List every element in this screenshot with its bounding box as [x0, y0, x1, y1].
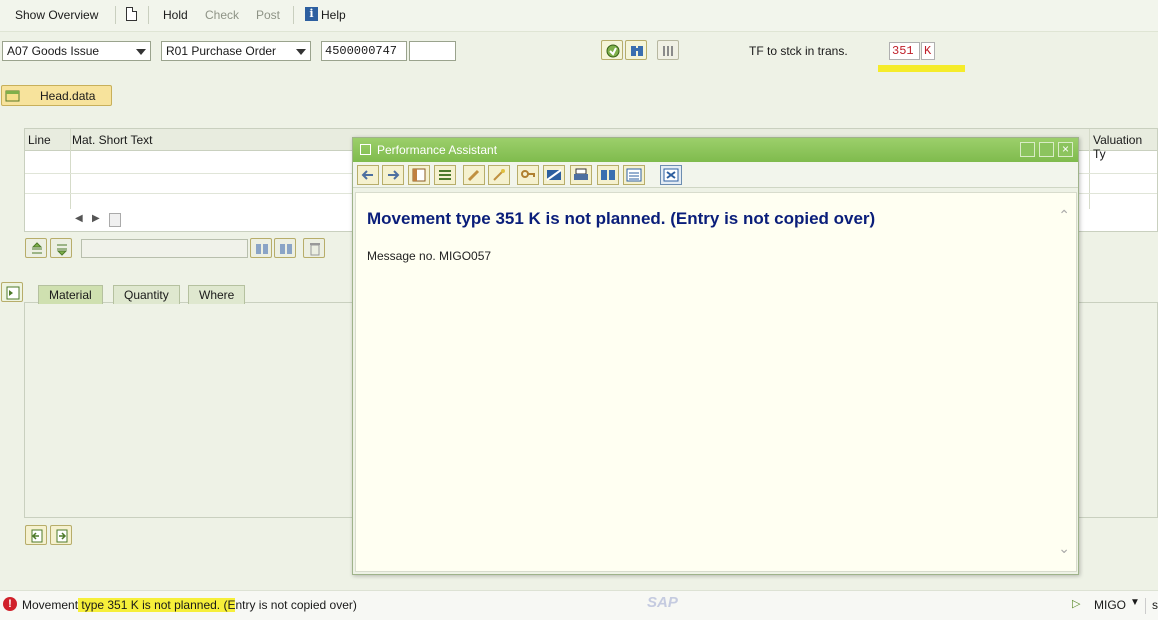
column-header-short-text[interactable]: Mat. Short Text — [72, 133, 152, 147]
move-up-button[interactable] — [25, 238, 47, 258]
reference-select[interactable]: R01 Purchase Order — [161, 41, 311, 61]
detail-toggle-button[interactable] — [1, 282, 23, 302]
error-icon: ! — [3, 597, 17, 611]
reference-value: R01 Purchase Order — [166, 44, 277, 58]
scrollbar-thumb[interactable] — [109, 213, 121, 227]
play-icon[interactable]: ▷ — [1072, 597, 1080, 610]
error-heading: Movement type 351 K is not planned. (Ent… — [367, 209, 876, 228]
new-document-icon[interactable] — [126, 7, 137, 21]
tab-material[interactable]: Material — [38, 285, 103, 304]
status-message[interactable]: Movement type 351 K is not planned. (Ent… — [22, 598, 357, 612]
document-number-field[interactable]: 4500000747 — [321, 41, 407, 61]
dialog-toolbar — [353, 162, 1078, 188]
execute-icon — [606, 44, 620, 58]
find-icon[interactable] — [597, 165, 619, 185]
dialog-titlebar[interactable]: Performance Assistant × — [353, 138, 1078, 162]
post-button[interactable]: Post — [256, 8, 280, 22]
minimize-button[interactable] — [1020, 142, 1035, 157]
help-button[interactable]: Help — [321, 8, 346, 22]
scroll-down-icon[interactable]: ⌄ — [1058, 540, 1070, 557]
binoculars-icon — [631, 46, 643, 56]
chevron-down-icon — [296, 49, 306, 55]
binoculars-icon — [256, 244, 268, 254]
performance-assistant-dialog: Performance Assistant × Movement type 35… — [352, 137, 1079, 575]
message-number: Message no. MIGO057 — [367, 249, 492, 263]
dialog-content: Movement type 351 K is not planned. (Ent… — [355, 192, 1077, 572]
forward-arrow-icon[interactable] — [382, 165, 404, 185]
next-item-button[interactable] — [50, 525, 72, 545]
sort-down-icon — [56, 244, 68, 256]
find-button[interactable] — [250, 238, 272, 258]
movement-type-field[interactable]: 351 — [889, 42, 920, 60]
toolbar-separator — [293, 6, 294, 24]
close-window-button[interactable]: × — [1058, 142, 1073, 157]
tab-quantity[interactable]: Quantity — [113, 285, 180, 304]
document-extra-field[interactable] — [409, 41, 456, 61]
column-header-line[interactable]: Line — [28, 133, 51, 147]
technical-info-icon[interactable] — [434, 165, 456, 185]
application-toolbar: Show Overview Hold Check Post i Help — [0, 0, 1158, 32]
delete-button[interactable] — [303, 238, 325, 258]
search-button[interactable] — [625, 40, 647, 60]
pencil-icon[interactable] — [463, 165, 485, 185]
highlight-mark — [878, 65, 965, 72]
server-info: s — [1152, 598, 1158, 612]
head-data-button[interactable]: Head.data — [1, 85, 112, 106]
status-separator — [1145, 598, 1146, 614]
magic-wand-icon[interactable] — [488, 165, 510, 185]
close-icon[interactable] — [660, 165, 682, 185]
tab-where[interactable]: Where — [188, 285, 246, 304]
hold-button[interactable]: Hold — [163, 8, 188, 22]
filter-input[interactable] — [81, 239, 248, 258]
list-icon[interactable] — [623, 165, 645, 185]
show-overview-button[interactable]: Show Overview — [15, 8, 98, 22]
back-arrow-icon[interactable] — [357, 165, 379, 185]
edit-icon — [360, 144, 371, 155]
detail-icon — [6, 286, 20, 300]
toolbar-separator — [148, 6, 149, 24]
key-icon[interactable] — [517, 165, 539, 185]
find-next-button[interactable] — [274, 238, 296, 258]
chevron-down-icon — [136, 49, 146, 55]
transaction-select[interactable]: A07 Goods Issue — [2, 41, 151, 61]
movement-type-label: TF to stck in trans. — [749, 44, 848, 58]
move-down-button[interactable] — [50, 238, 72, 258]
maximize-button[interactable] — [1039, 142, 1054, 157]
columns-icon — [663, 46, 673, 56]
next-icon — [56, 529, 68, 543]
header-icon — [5, 90, 20, 102]
trash-icon — [310, 243, 320, 256]
scroll-up-icon[interactable]: ⌃ — [1058, 207, 1070, 224]
highlight-icon[interactable] — [543, 165, 565, 185]
book-icon[interactable] — [408, 165, 430, 185]
execute-button[interactable] — [601, 40, 623, 60]
sap-logo: SAP — [647, 594, 678, 611]
info-icon[interactable]: i — [305, 7, 318, 21]
previous-icon — [31, 529, 43, 543]
column-divider — [1089, 129, 1090, 209]
toolbar-separator — [115, 6, 116, 24]
special-stock-field[interactable]: K — [921, 42, 935, 60]
print-icon[interactable] — [570, 165, 592, 185]
previous-item-button[interactable] — [25, 525, 47, 545]
scroll-right-icon[interactable]: ▶ — [92, 213, 100, 224]
column-header-valuation-type[interactable]: Valuation Ty — [1093, 133, 1157, 161]
layout-button[interactable] — [657, 40, 679, 60]
transaction-value: A07 Goods Issue — [7, 44, 100, 58]
chevron-down-icon[interactable]: ▼ — [1130, 597, 1140, 608]
head-data-label: Head.data — [40, 89, 96, 103]
column-divider — [70, 129, 71, 209]
dialog-title: Performance Assistant — [377, 143, 498, 157]
scroll-left-icon[interactable]: ◀ — [75, 213, 83, 224]
check-button[interactable]: Check — [205, 8, 239, 22]
sort-up-icon — [31, 242, 43, 254]
binoculars-plus-icon — [280, 244, 292, 254]
status-message-a: Movement type 351 K is not planned. (Ent… — [22, 598, 357, 612]
status-bar: ! Movement type 351 K is not planned. (E… — [0, 590, 1158, 620]
transaction-code[interactable]: MIGO — [1094, 598, 1126, 612]
